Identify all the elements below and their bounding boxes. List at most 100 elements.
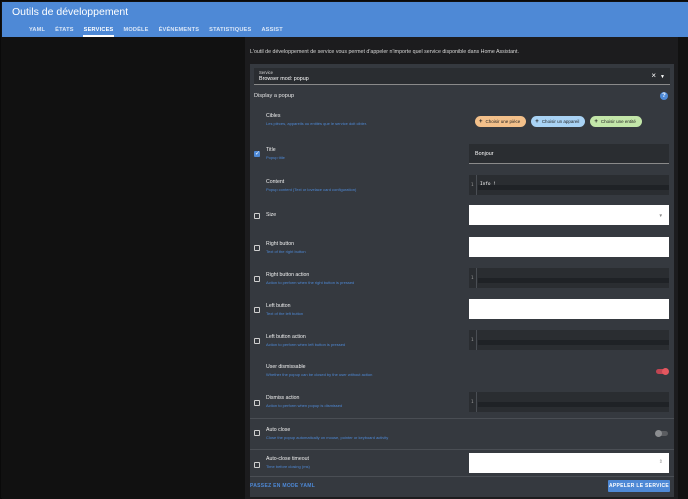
field-right-button-action-row: Right button action Action to perform wh… — [250, 264, 674, 295]
field-dismiss-action-checkbox[interactable] — [254, 400, 260, 406]
autoclose-toggle[interactable] — [655, 430, 668, 437]
tab-statistics[interactable]: STATISTIQUES — [204, 25, 256, 37]
window: Outils de développement YAML ÉTATS SERVI… — [0, 0, 688, 499]
timeout-input[interactable]: ⇕ — [469, 453, 669, 473]
content-code-text: Info ! — [480, 182, 496, 187]
line-number: 1 — [471, 399, 474, 404]
field-timeout-desc: Time before closing (ms) — [266, 464, 310, 469]
field-autoclose-desc: Close the popup automatically on mouse, … — [266, 435, 389, 440]
plus-icon: + — [594, 119, 598, 125]
content-code-editor[interactable]: 1 Info ! — [469, 175, 669, 195]
field-right-button-desc: Text of the right button — [266, 249, 306, 254]
tab-bar: YAML ÉTATS SERVICES MODÈLE ÉVÉNEMENTS ST… — [24, 25, 288, 37]
dismiss-action-editor[interactable]: 1 — [469, 392, 669, 412]
tab-events[interactable]: ÉVÉNEMENTS — [154, 25, 205, 37]
targets-label: Cibles — [266, 113, 281, 119]
field-left-button-label: Left button — [266, 303, 291, 309]
choose-device-chip[interactable]: + Choisir un appareil — [531, 116, 586, 127]
call-service-button[interactable]: APPELER LE SERVICE — [608, 480, 670, 492]
title-input-value: Bonjour — [475, 151, 494, 157]
code-line-highlight — [478, 340, 669, 345]
chevron-down-icon[interactable]: ▼ — [660, 74, 665, 80]
field-dismiss-action-label: Dismiss action — [266, 395, 300, 401]
service-picker-value: Browser mod: popup — [259, 76, 309, 82]
title-input[interactable]: Bonjour — [469, 144, 669, 164]
choose-area-chip[interactable]: + Choisir une pièce — [475, 116, 527, 127]
field-left-button-checkbox[interactable] — [254, 307, 260, 313]
choose-area-label: Choisir une pièce — [485, 119, 521, 124]
left-button-input[interactable] — [469, 299, 669, 319]
intro-text: L'outil de développement de service vous… — [250, 49, 519, 55]
field-size-label: Size — [266, 212, 277, 218]
field-title-desc: Popup title — [266, 155, 285, 160]
field-right-button-checkbox[interactable] — [254, 245, 260, 251]
field-title-row: ✓ Title Popup title Bonjour — [250, 140, 674, 171]
field-timeout-checkbox[interactable] — [254, 462, 260, 468]
right-button-input[interactable] — [469, 237, 669, 257]
line-number: 1 — [471, 182, 474, 187]
top-app-bar: Outils de développement YAML ÉTATS SERVI… — [2, 2, 688, 37]
field-right-button-action-label: Right button action — [266, 272, 310, 278]
left-button-action-editor[interactable]: 1 — [469, 330, 669, 350]
service-card: Service Browser mod: popup × ▼ Display a… — [250, 64, 674, 476]
line-number: 1 — [471, 275, 474, 280]
code-line-highlight — [478, 185, 669, 190]
service-name: Display a popup — [254, 93, 295, 99]
choose-device-label: Choisir un appareil — [541, 119, 580, 124]
close-icon[interactable]: × — [651, 72, 656, 80]
field-dismissable-row: User dismissable Whether the popup can b… — [250, 357, 674, 388]
field-dismissable-label: User dismissable — [266, 364, 306, 370]
tab-states[interactable]: ÉTATS — [50, 25, 79, 37]
tab-template[interactable]: MODÈLE — [118, 25, 153, 37]
field-autoclose-checkbox[interactable] — [254, 430, 260, 436]
field-title-checkbox[interactable]: ✓ — [254, 151, 260, 157]
dismissable-toggle[interactable] — [656, 368, 669, 375]
card-footer: PASSEZ EN MODE YAML APPELER LE SERVICE — [250, 476, 674, 497]
target-chips: + Choisir une pièce + Choisir un appareil … — [475, 116, 642, 127]
tab-assist[interactable]: ASSIST — [256, 25, 287, 37]
chevron-down-icon: ▼ — [658, 213, 663, 218]
field-dismiss-action-desc: Action to perform when popup is dismisse… — [266, 403, 343, 408]
number-spinner-icon[interactable]: ⇕ — [659, 459, 663, 465]
choose-entity-label: Choisir une entité — [600, 119, 636, 124]
toggle-knob — [655, 430, 662, 437]
field-right-button-row: Right button Text of the right button — [250, 233, 674, 264]
field-timeout-row: Auto-close timeout Time before closing (… — [250, 450, 674, 476]
page-title: Outils de développement — [12, 6, 129, 18]
field-left-button-action-checkbox[interactable] — [254, 338, 260, 344]
field-dismiss-action-row: Dismiss action Action to perform when po… — [250, 388, 674, 419]
plus-icon: + — [479, 119, 483, 125]
services-panel: L'outil de développement de service vous… — [245, 37, 678, 499]
field-left-button-desc: Text of the left button — [266, 311, 304, 316]
choose-entity-chip[interactable]: + Choisir une entité — [590, 116, 642, 127]
field-size-checkbox[interactable] — [254, 213, 260, 219]
field-dismissable-desc: Whether the popup can be closed by the u… — [266, 372, 373, 377]
code-gutter: 1 — [469, 392, 477, 412]
field-left-button-action-label: Left button action — [266, 334, 306, 340]
help-circle-icon[interactable]: ? — [660, 92, 668, 100]
field-right-button-action-checkbox[interactable] — [254, 276, 260, 282]
yaml-mode-button[interactable]: PASSEZ EN MODE YAML — [250, 483, 315, 489]
tab-yaml[interactable]: YAML — [24, 25, 50, 37]
field-title-label: Title — [266, 147, 276, 153]
field-left-button-action-row: Left button action Action to perform whe… — [250, 326, 674, 357]
line-number: 1 — [471, 337, 474, 342]
code-line-highlight — [478, 402, 669, 407]
field-right-button-label: Right button — [266, 241, 294, 247]
targets-desc: Les pièces, appareils ou entités que le … — [266, 121, 367, 126]
service-picker-label: Service — [259, 70, 273, 75]
code-gutter: 1 — [469, 268, 477, 288]
code-line-highlight — [478, 278, 669, 283]
right-button-action-editor[interactable]: 1 — [469, 268, 669, 288]
field-autoclose-row: Auto close Close the popup automatically… — [250, 419, 674, 450]
size-select[interactable]: ▼ — [469, 205, 669, 225]
code-gutter: 1 — [469, 330, 477, 350]
code-gutter: 1 — [469, 175, 477, 195]
toggle-knob — [662, 368, 669, 375]
checkmark-icon: ✓ — [255, 151, 261, 157]
service-picker[interactable]: Service Browser mod: popup × ▼ — [254, 68, 670, 85]
tab-services[interactable]: SERVICES — [79, 25, 119, 37]
field-left-button-action-desc: Action to perform when left button is pr… — [266, 342, 346, 347]
targets-row: Cibles Les pièces, appareils ou entités … — [250, 107, 674, 138]
field-content-label: Content — [266, 179, 285, 185]
